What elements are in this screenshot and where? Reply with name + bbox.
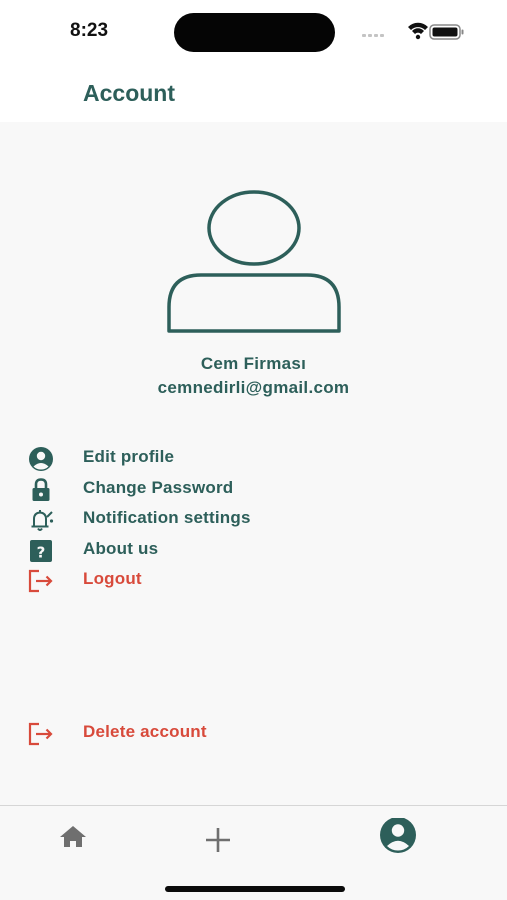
help-box-icon: ? xyxy=(30,540,52,562)
logout-button[interactable]: Logout xyxy=(0,566,507,596)
header: Account xyxy=(0,64,507,122)
logout-icon xyxy=(28,569,53,593)
profile-name: Cem Firması xyxy=(200,354,307,373)
page-title: Account xyxy=(83,80,175,106)
wifi-icon xyxy=(408,22,428,40)
notification-settings-label: Notification settings xyxy=(83,508,251,527)
logout-icon xyxy=(28,722,53,746)
lock-icon xyxy=(32,478,50,501)
profile-avatar-icon xyxy=(167,190,341,333)
account-content: Cem Firması cemnedirli@gmail.com Edit pr… xyxy=(0,122,507,805)
bell-settings-icon xyxy=(31,510,54,531)
about-us-label: About us xyxy=(83,539,159,558)
tab-bar xyxy=(0,805,507,900)
tab-add[interactable] xyxy=(188,818,248,858)
status-icons xyxy=(362,22,464,40)
status-bar: 8:23 xyxy=(0,0,507,64)
home-icon xyxy=(60,826,86,847)
signal-icon xyxy=(362,34,384,37)
tab-home[interactable] xyxy=(43,818,103,858)
change-password-label: Change Password xyxy=(83,478,234,497)
home-indicator xyxy=(165,886,345,892)
account-circle-icon xyxy=(29,447,53,471)
about-us-button[interactable]: ? About us xyxy=(0,536,507,566)
logout-label: Logout xyxy=(83,569,142,588)
delete-account-label: Delete account xyxy=(83,722,207,741)
profile-email: cemnedirli@gmail.com xyxy=(157,378,350,397)
edit-profile-label: Edit profile xyxy=(83,447,175,466)
notification-settings-button[interactable]: Notification settings xyxy=(0,505,507,535)
svg-text:?: ? xyxy=(37,544,46,562)
plus-icon xyxy=(206,828,230,852)
change-password-button[interactable]: Change Password xyxy=(0,475,507,505)
edit-profile-button[interactable]: Edit profile xyxy=(0,444,507,474)
account-circle-icon xyxy=(380,817,416,853)
tab-account[interactable] xyxy=(368,817,428,858)
status-time: 8:23 xyxy=(70,20,109,41)
dynamic-island xyxy=(174,13,335,52)
delete-account-button[interactable]: Delete account xyxy=(0,719,507,749)
battery-icon xyxy=(429,24,464,40)
